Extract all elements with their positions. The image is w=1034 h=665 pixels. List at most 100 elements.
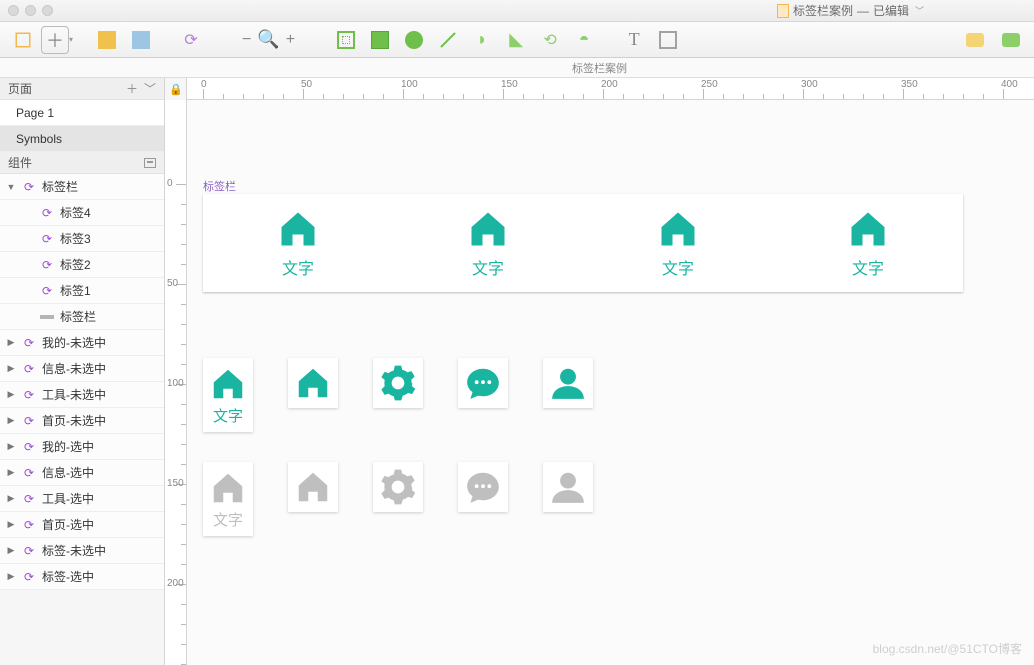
gear-icon <box>379 364 417 402</box>
disclosure-triangle-icon[interactable]: ▶ <box>6 337 16 348</box>
symbol-icon: ⟳ <box>40 284 54 298</box>
disclosure-triangle-icon[interactable]: ▶ <box>6 441 16 452</box>
symbol-icon: ⟳ <box>40 232 54 246</box>
symbol-thumbnail[interactable] <box>288 358 338 408</box>
symbol-thumbnail[interactable] <box>288 462 338 512</box>
layer-row[interactable]: ⟳标签2 <box>0 252 164 278</box>
layer-row[interactable]: ▶⟳我的-未选中 <box>0 330 164 356</box>
close-icon[interactable] <box>8 5 19 16</box>
layer-row[interactable]: ⟳标签1 <box>0 278 164 304</box>
symbol-thumbnail[interactable]: 文字 <box>203 358 253 432</box>
home-icon <box>656 207 700 251</box>
tab-item[interactable]: 文字 <box>656 207 700 279</box>
layer-row[interactable]: ▶ ⟳ 标签-未选中 <box>0 538 164 564</box>
disclosure-triangle-icon[interactable]: ▶ <box>6 467 16 478</box>
document-filename: 标签栏案例 <box>793 2 853 19</box>
canvas[interactable]: 标签栏文字文字文字文字文字文字 <box>187 100 1034 665</box>
magnify-icon[interactable]: 🔍 <box>257 29 279 50</box>
collapse-panel-icon[interactable] <box>144 158 156 168</box>
rotate-tool[interactable]: ⟲ <box>535 27 565 53</box>
symbol-thumbnail[interactable] <box>373 358 423 408</box>
symbol-thumbnail[interactable]: 文字 <box>203 462 253 536</box>
symbol-icon: ⟳ <box>22 388 36 402</box>
symbol-icon: ⟳ <box>22 544 36 558</box>
layer-row[interactable]: ⟳标签4 <box>0 200 164 226</box>
disclosure-triangle-icon[interactable]: ▶ <box>6 493 16 504</box>
disclosure-triangle-icon[interactable]: ▶ <box>6 571 16 582</box>
oval-tool[interactable] <box>399 27 429 53</box>
artboard-label[interactable]: 标签栏 <box>203 178 236 194</box>
layer-row[interactable]: ▶⟳工具-未选中 <box>0 382 164 408</box>
zoom-out-button[interactable]: − <box>242 31 251 49</box>
layer-row[interactable]: ▶⟳信息-未选中 <box>0 356 164 382</box>
symbol-detach-tool[interactable] <box>126 27 156 53</box>
tab-item[interactable]: 文字 <box>846 207 890 279</box>
document-tab-row: 标签栏案例 <box>0 58 1034 78</box>
vector-tool[interactable]: ◗ <box>467 27 497 53</box>
tabbar-artboard[interactable]: 文字文字文字文字 <box>203 194 963 292</box>
text-tool[interactable]: T <box>619 27 649 53</box>
line-tool[interactable] <box>433 27 463 53</box>
zoom-icon[interactable] <box>42 5 53 16</box>
layer-row[interactable]: ▶⟳信息-选中 <box>0 460 164 486</box>
layer-row[interactable]: ▶⟳首页-选中 <box>0 512 164 538</box>
watermark: blog.csdn.net/@51CTO博客 <box>873 640 1022 657</box>
page-row[interactable]: Page 1 <box>0 100 164 126</box>
symbol-create-tool[interactable] <box>92 27 122 53</box>
symbol-thumbnail[interactable] <box>543 462 593 512</box>
window-traffic-lights[interactable] <box>8 5 53 16</box>
zoom-in-button[interactable]: + <box>286 31 295 49</box>
grid-tool[interactable] <box>331 27 361 53</box>
tab-item[interactable]: 文字 <box>276 207 320 279</box>
tab-label: 文字 <box>852 255 884 279</box>
layer-label: 信息-选中 <box>42 464 94 481</box>
add-page-button[interactable]: ＋ <box>126 80 138 97</box>
layer-row[interactable]: ▶⟳工具-选中 <box>0 486 164 512</box>
comment-tool-1[interactable] <box>960 27 990 53</box>
refresh-tool[interactable]: ⟳ <box>176 27 206 53</box>
disclosure-triangle-icon[interactable]: ▶ <box>6 519 16 530</box>
lock-icon[interactable]: 🔒 <box>165 78 187 100</box>
disclosure-triangle-icon[interactable]: ▶ <box>6 415 16 426</box>
symbol-thumbnail[interactable] <box>373 462 423 512</box>
layer-row[interactable]: ⟳标签3 <box>0 226 164 252</box>
disclosure-triangle-icon[interactable]: ▶ <box>6 389 16 400</box>
layer-row[interactable]: 标签栏 <box>0 304 164 330</box>
chat-icon <box>464 468 502 506</box>
layer-label: 首页-选中 <box>42 516 94 533</box>
artboard-tool[interactable] <box>8 27 38 53</box>
layer-row[interactable]: ▶⟳标签-选中 <box>0 564 164 590</box>
document-title[interactable]: 标签栏案例 — 已编辑 ﹀ <box>777 2 924 19</box>
tab-label: 文字 <box>282 255 314 279</box>
symbol-icon: ⟳ <box>22 180 36 194</box>
disclosure-triangle-icon[interactable]: ▶ <box>6 363 16 374</box>
insert-tool[interactable]: ＋▾ <box>42 27 72 53</box>
symbol-label: 文字 <box>213 509 243 530</box>
layer-row[interactable]: ▼⟳标签栏 <box>0 174 164 200</box>
comment-tool-2[interactable] <box>996 27 1026 53</box>
page-row[interactable]: Symbols <box>0 126 164 152</box>
mask-tool[interactable]: ◓ <box>569 27 599 53</box>
pencil-tool[interactable]: ◣ <box>501 27 531 53</box>
disclosure-triangle-icon[interactable]: ▶ <box>6 545 16 556</box>
rectangle-tool[interactable] <box>365 27 395 53</box>
symbol-thumbnail[interactable] <box>458 462 508 512</box>
minimize-icon[interactable] <box>25 5 36 16</box>
symbol-thumbnail[interactable] <box>458 358 508 408</box>
tab-item[interactable]: 文字 <box>466 207 510 279</box>
components-panel-title: 组件 <box>8 154 32 171</box>
disclosure-triangle-icon[interactable]: ▼ <box>6 182 16 192</box>
layer-row[interactable]: ▶⟳我的-选中 <box>0 434 164 460</box>
chevron-down-icon[interactable]: ﹀ <box>915 4 924 17</box>
toolbar: ＋▾ ⟳ − 🔍 + ◗ ◣ ⟲ ◓ T <box>0 22 1034 58</box>
symbol-label: 文字 <box>213 405 243 426</box>
symbol-thumbnail[interactable] <box>543 358 593 408</box>
layer-label: 标签4 <box>60 204 91 221</box>
pages-panel-header: 页面 ＋ ﹀ <box>0 78 164 100</box>
slice-tool[interactable] <box>653 27 683 53</box>
pages-dropdown-icon[interactable]: ﹀ <box>144 80 156 97</box>
layer-label: 标签-未选中 <box>42 542 106 559</box>
components-panel-header: 组件 <box>0 152 164 174</box>
layer-row[interactable]: ▶⟳首页-未选中 <box>0 408 164 434</box>
layer-label: 标签-选中 <box>42 568 94 585</box>
